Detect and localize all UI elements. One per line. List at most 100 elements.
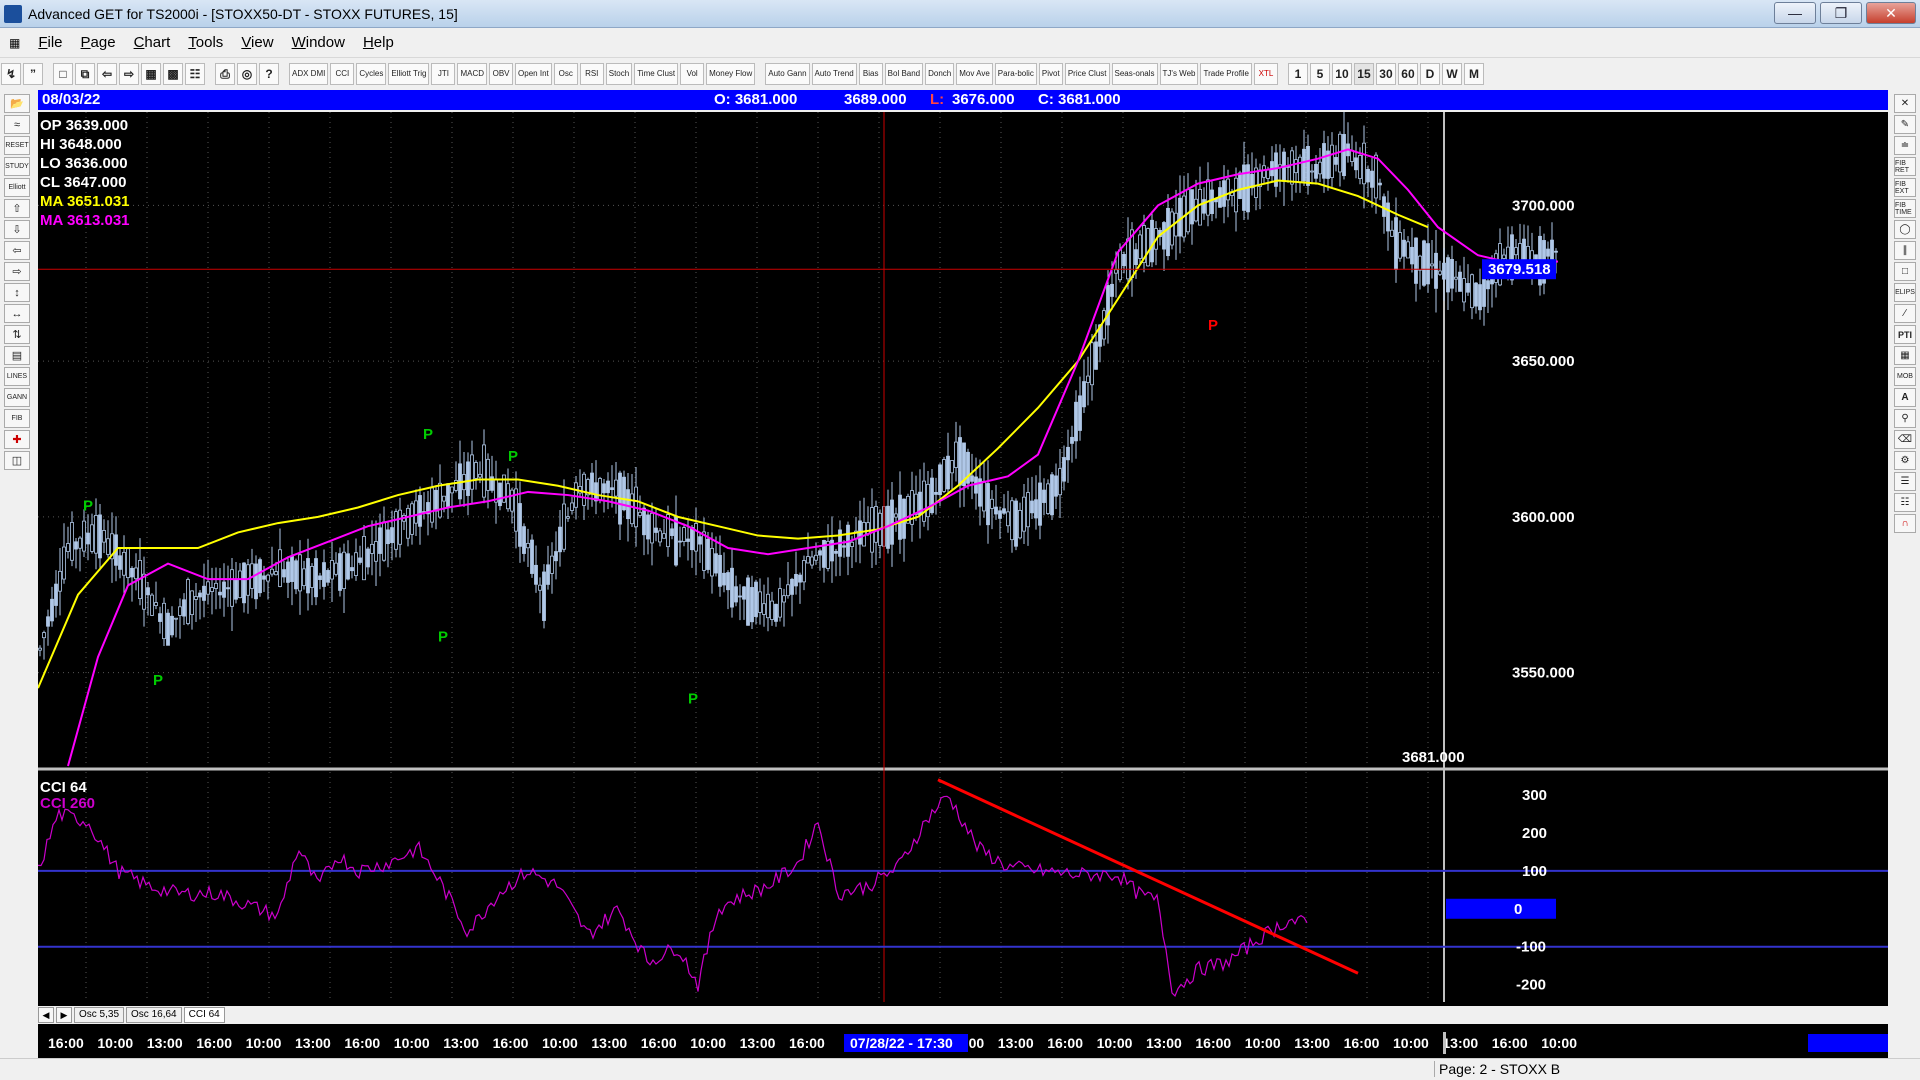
period-buttons-15[interactable]: 15: [1353, 63, 1374, 85]
period-buttons-10[interactable]: 10: [1331, 63, 1352, 85]
fib-ext-icon[interactable]: FIB EXT: [1894, 178, 1916, 197]
mob-icon[interactable]: MOB: [1894, 367, 1916, 386]
arrow-right-icon[interactable]: ⇨: [4, 262, 30, 281]
fib-icon[interactable]: FIB: [4, 409, 30, 428]
tab-osc-5-35[interactable]: Osc 5,35: [74, 1007, 125, 1023]
fib-time-icon[interactable]: FIB TIME: [1894, 199, 1916, 218]
period-buttons-1[interactable]: 1: [1287, 63, 1308, 85]
eraser-icon[interactable]: ⌫: [1894, 430, 1916, 449]
period-buttons-m[interactable]: M: [1463, 63, 1484, 85]
fan-icon[interactable]: ≐: [1894, 136, 1916, 155]
overlay-buttons-donch[interactable]: Donch: [925, 63, 955, 85]
cross-icon[interactable]: ✕: [1894, 94, 1916, 113]
print-icon[interactable]: ⎙: [215, 63, 235, 85]
overlay-buttons-auto-trend[interactable]: Auto Trend: [811, 63, 857, 85]
study-buttons-vol[interactable]: Vol: [680, 63, 705, 85]
copy-icon[interactable]: ⧉: [75, 63, 95, 85]
study-buttons-adx-dmi[interactable]: ADX DMI: [289, 63, 329, 85]
fib-ret-icon[interactable]: FIB RET: [1894, 157, 1916, 176]
tab-cci-64[interactable]: CCI 64: [183, 1007, 225, 1023]
overlay-buttons-xtl[interactable]: XTL: [1253, 63, 1278, 85]
overlay-buttons-bol-band[interactable]: Bol Band: [884, 63, 924, 85]
gann-icon[interactable]: GANN: [4, 388, 30, 407]
chart-canvas[interactable]: 3550.000 3600.000 3650.000 3700.000 3679.518…: [37, 109, 1888, 1002]
chart-area[interactable]: 3550.000 3600.000 3650.000 3700.000 3679.518…: [37, 109, 1888, 1062]
study-buttons-macd[interactable]: MACD: [457, 63, 488, 85]
study-buttons-stoch[interactable]: Stoch: [605, 63, 633, 85]
study-buttons-rsi[interactable]: RSI: [579, 63, 604, 85]
scan-icon[interactable]: ☷: [185, 63, 205, 85]
bulb-icon[interactable]: ◎: [237, 63, 257, 85]
tab-osc-16-64[interactable]: Osc 16,64: [126, 1007, 182, 1023]
ellipse-icon[interactable]: ELIPS: [1894, 283, 1916, 302]
elliott-icon[interactable]: Elliott: [4, 178, 30, 197]
minimize-button[interactable]: —: [1774, 2, 1816, 24]
study-buttons-cycles[interactable]: Cycles: [356, 63, 387, 85]
back-icon[interactable]: ⇦: [97, 63, 117, 85]
period-buttons-60[interactable]: 60: [1397, 63, 1418, 85]
box-icon[interactable]: □: [1894, 262, 1916, 281]
quote-icon[interactable]: ”: [23, 63, 43, 85]
menu-view[interactable]: View: [232, 34, 282, 51]
arrow-left-icon[interactable]: ⇦: [4, 241, 30, 260]
mdi-system-icon[interactable]: ▦: [0, 36, 29, 50]
period-buttons-w[interactable]: W: [1441, 63, 1462, 85]
study-icon[interactable]: STUDY: [4, 157, 30, 176]
menu-window[interactable]: Window: [283, 34, 354, 51]
overlay-buttons-pivot[interactable]: Pivot: [1038, 63, 1063, 85]
study-buttons-money-flow[interactable]: Money Flow: [706, 63, 756, 85]
menu-file[interactable]: File: [29, 34, 71, 51]
tab-next-icon[interactable]: ▶: [56, 1007, 72, 1023]
magnet-icon[interactable]: ∩: [1894, 514, 1916, 533]
new-page-icon[interactable]: □: [53, 63, 73, 85]
cycle-icon[interactable]: ◯: [1894, 220, 1916, 239]
list-icon[interactable]: ☰: [1894, 472, 1916, 491]
period-buttons-30[interactable]: 30: [1375, 63, 1396, 85]
study-buttons-time-clust[interactable]: Time Clust: [634, 63, 679, 85]
compress-icon[interactable]: ↕: [4, 283, 30, 302]
zoom-icon[interactable]: ⚲: [1894, 409, 1916, 428]
overlay-buttons-para-bolic[interactable]: Para-bolic: [994, 63, 1037, 85]
period-buttons-5[interactable]: 5: [1309, 63, 1330, 85]
study-buttons-osc[interactable]: Osc: [553, 63, 578, 85]
pencil-icon[interactable]: ✎: [1894, 115, 1916, 134]
text-icon[interactable]: A: [1894, 388, 1916, 407]
study-buttons-jti[interactable]: JTI: [431, 63, 456, 85]
pointer-icon[interactable]: ↯: [1, 63, 21, 85]
lines-icon[interactable]: LINES: [4, 367, 30, 386]
overlay-buttons-mov-ave[interactable]: Mov Ave: [956, 63, 993, 85]
tab-prev-icon[interactable]: ◀: [38, 1007, 54, 1023]
overlay-buttons-price-clust[interactable]: Price Clust: [1064, 63, 1110, 85]
study-buttons-open-int[interactable]: Open Int: [515, 63, 552, 85]
maximize-button[interactable]: ❐: [1820, 2, 1862, 24]
wave-icon[interactable]: ≈: [4, 115, 30, 134]
overlay-buttons-bias[interactable]: Bias: [858, 63, 883, 85]
table-icon[interactable]: ▦: [1894, 346, 1916, 365]
overlay-buttons-tj-s-web[interactable]: TJ's Web: [1159, 63, 1199, 85]
scale-icon[interactable]: ⇅: [4, 325, 30, 344]
crosshair-icon[interactable]: ✚: [4, 430, 30, 449]
close-button[interactable]: ✕: [1866, 2, 1916, 24]
overlay-buttons-seas-onals[interactable]: Seas-onals: [1111, 63, 1158, 85]
menu-tools[interactable]: Tools: [179, 34, 232, 51]
period-buttons-d[interactable]: D: [1419, 63, 1440, 85]
channel-icon[interactable]: ∥: [1894, 241, 1916, 260]
study-buttons-obv[interactable]: OBV: [489, 63, 514, 85]
overlay-buttons-auto-gann[interactable]: Auto Gann: [765, 63, 810, 85]
overlay-buttons-trade-profile[interactable]: Trade Profile: [1200, 63, 1252, 85]
expand-h-icon[interactable]: ↔: [4, 304, 30, 323]
reset-icon[interactable]: RESET: [4, 136, 30, 155]
window-icon[interactable]: ▤: [4, 346, 30, 365]
pti-icon[interactable]: PTI: [1894, 325, 1916, 344]
settings-icon[interactable]: ⚙: [1894, 451, 1916, 470]
help-icon[interactable]: ?: [259, 63, 279, 85]
arrow-up-icon[interactable]: ⇧: [4, 199, 30, 218]
menu-help[interactable]: Help: [354, 34, 403, 51]
study-buttons-elliott-trig[interactable]: Elliott Trig: [388, 63, 430, 85]
forward-icon[interactable]: ⇨: [119, 63, 139, 85]
open-folder-icon[interactable]: 📂: [4, 94, 30, 113]
calendar-icon[interactable]: ☷: [1894, 493, 1916, 512]
line-icon[interactable]: ∕: [1894, 304, 1916, 323]
grid-icon[interactable]: ▩: [163, 63, 183, 85]
arrow-down-icon[interactable]: ⇩: [4, 220, 30, 239]
